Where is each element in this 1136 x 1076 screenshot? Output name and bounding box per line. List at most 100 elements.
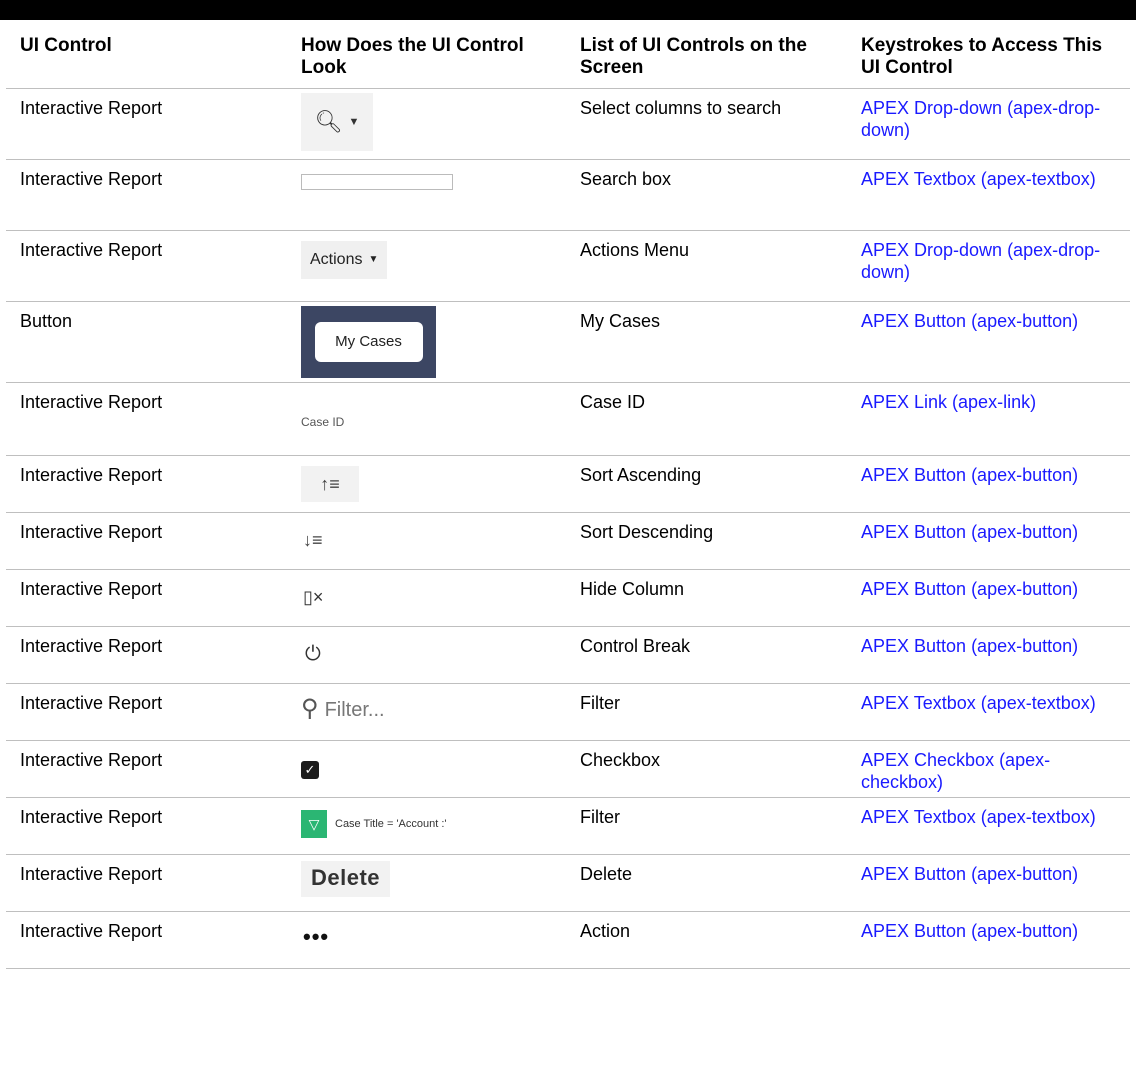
table-header-row: UI Control How Does the UI Control Look … [6, 22, 1130, 89]
cell-screen-name: Search box [566, 159, 847, 231]
cell-visual: ↓≡ [287, 512, 566, 570]
access-link[interactable]: APEX Button (apex-button) [861, 522, 1078, 542]
cell-control: Interactive Report [6, 797, 287, 855]
table-row: Interactive Report ✓ Checkbox APEX Check… [6, 740, 1130, 798]
cell-visual: Actions ▼ [287, 230, 566, 302]
table-row: Interactive Report ▯× Hide Column APEX B… [6, 569, 1130, 627]
top-rule [0, 0, 1136, 20]
case-id-column-visual: Case ID [301, 415, 345, 429]
cell-control: Button [6, 301, 287, 383]
cell-screen-name: Control Break [566, 626, 847, 684]
access-link[interactable]: APEX Checkbox (apex-checkbox) [861, 750, 1050, 792]
cell-access: APEX Link (apex-link) [847, 382, 1130, 456]
access-link[interactable]: APEX Textbox (apex-textbox) [861, 169, 1096, 189]
cell-visual: 🔍︎ ▼ [287, 88, 566, 160]
header-ui-control: UI Control [6, 22, 287, 89]
access-link[interactable]: APEX Textbox (apex-textbox) [861, 807, 1096, 827]
access-link[interactable]: APEX Link (apex-link) [861, 392, 1036, 412]
cell-visual: Delete [287, 854, 566, 912]
table-row: Interactive Report ↓≡ Sort Descending AP… [6, 512, 1130, 570]
cell-screen-name: Sort Ascending [566, 455, 847, 513]
cell-access: APEX Textbox (apex-textbox) [847, 797, 1130, 855]
cell-screen-name: Filter [566, 683, 847, 741]
table-row: Interactive Report Search box APEX Textb… [6, 159, 1130, 231]
access-link[interactable]: APEX Button (apex-button) [861, 311, 1078, 331]
cell-access: APEX Button (apex-button) [847, 512, 1130, 570]
cell-control: Interactive Report [6, 854, 287, 912]
access-link[interactable]: APEX Button (apex-button) [861, 636, 1078, 656]
cell-control: Interactive Report [6, 569, 287, 627]
table-row: Interactive Report Actions ▼ Actions Menu… [6, 230, 1130, 302]
header-keystrokes: Keystrokes to Access This UI Control [847, 22, 1130, 89]
my-cases-button-visual: My Cases [301, 306, 436, 378]
cell-visual: ▽ Case Title = 'Account :' [287, 797, 566, 855]
cell-screen-name: Filter [566, 797, 847, 855]
search-icon: ⚲ [301, 695, 319, 722]
cell-access: APEX Drop-down (apex-drop-down) [847, 230, 1130, 302]
cell-access: APEX Button (apex-button) [847, 911, 1130, 969]
access-link[interactable]: APEX Button (apex-button) [861, 921, 1078, 941]
filter-funnel-icon: ▽ [301, 810, 327, 838]
table-row: Interactive Report ⏻ Control Break APEX … [6, 626, 1130, 684]
cell-visual: ••• [287, 911, 566, 969]
cell-access: APEX Textbox (apex-textbox) [847, 683, 1130, 741]
cell-screen-name: Checkbox [566, 740, 847, 798]
cell-visual: ⚲ Filter... [287, 683, 566, 741]
sort-descending-icon: ↓≡ [303, 530, 323, 550]
cell-screen-name: My Cases [566, 301, 847, 383]
cell-screen-name: Delete [566, 854, 847, 912]
search-dropdown-visual: 🔍︎ ▼ [301, 93, 373, 151]
filter-placeholder: Filter... [324, 699, 385, 721]
cell-visual: Case ID [287, 382, 566, 456]
cell-control: Interactive Report [6, 455, 287, 513]
cell-screen-name: Sort Descending [566, 512, 847, 570]
cell-control: Interactive Report [6, 382, 287, 456]
cell-control: Interactive Report [6, 740, 287, 798]
access-link[interactable]: APEX Textbox (apex-textbox) [861, 693, 1096, 713]
access-link[interactable]: APEX Button (apex-button) [861, 465, 1078, 485]
access-link[interactable]: APEX Drop-down (apex-drop-down) [861, 98, 1100, 140]
table-row: Interactive Report ⚲ Filter... Filter APE… [6, 683, 1130, 741]
cell-access: APEX Button (apex-button) [847, 854, 1130, 912]
table-row: Interactive Report 🔍︎ ▼ Select columns to… [6, 88, 1130, 160]
chevron-down-icon: ▼ [348, 116, 360, 128]
my-cases-button-label: My Cases [314, 322, 423, 362]
ui-controls-table: UI Control How Does the UI Control Look … [6, 22, 1130, 969]
table-row: Interactive Report Case ID Case ID APEX … [6, 382, 1130, 456]
cell-screen-name: Case ID [566, 382, 847, 456]
cell-visual: ↑≡ [287, 455, 566, 513]
actions-menu-visual: Actions ▼ [301, 241, 388, 279]
cell-access: APEX Button (apex-button) [847, 626, 1130, 684]
table-row: Interactive Report Delete Delete APEX Bu… [6, 854, 1130, 912]
sort-ascending-icon: ↑≡ [301, 466, 359, 502]
cell-access: APEX Button (apex-button) [847, 569, 1130, 627]
cell-control: Interactive Report [6, 159, 287, 231]
access-link[interactable]: APEX Drop-down (apex-drop-down) [861, 240, 1100, 282]
table-row: Interactive Report ••• Action APEX Butto… [6, 911, 1130, 969]
header-control-look: How Does the UI Control Look [287, 22, 566, 89]
search-icon: 🔍︎ [314, 109, 343, 134]
cell-visual [287, 159, 566, 231]
control-break-icon: ⏻ [305, 643, 321, 665]
cell-access: APEX Checkbox (apex-checkbox) [847, 740, 1130, 798]
cell-screen-name: Action [566, 911, 847, 969]
cell-screen-name: Actions Menu [566, 230, 847, 302]
cell-control: Interactive Report [6, 512, 287, 570]
access-link[interactable]: APEX Button (apex-button) [861, 864, 1078, 884]
actions-menu-label: Actions [310, 251, 363, 268]
filter-chip-text: Case Title = 'Account :' [335, 818, 447, 830]
more-actions-icon: ••• [303, 924, 330, 949]
access-link[interactable]: APEX Button (apex-button) [861, 579, 1078, 599]
table-row: Button My Cases My Cases APEX Button (ap… [6, 301, 1130, 383]
chevron-down-icon: ▼ [368, 254, 379, 265]
cell-access: APEX Button (apex-button) [847, 455, 1130, 513]
delete-button-visual: Delete [301, 861, 391, 897]
cell-visual: ⏻ [287, 626, 566, 684]
hide-column-icon: ▯× [303, 587, 324, 607]
cell-access: APEX Textbox (apex-textbox) [847, 159, 1130, 231]
search-textbox-visual [301, 174, 453, 190]
checkbox-checked-icon: ✓ [301, 761, 319, 779]
table-row: Interactive Report ▽ Case Title = 'Accoun… [6, 797, 1130, 855]
cell-screen-name: Select columns to search [566, 88, 847, 160]
cell-control: Interactive Report [6, 230, 287, 302]
